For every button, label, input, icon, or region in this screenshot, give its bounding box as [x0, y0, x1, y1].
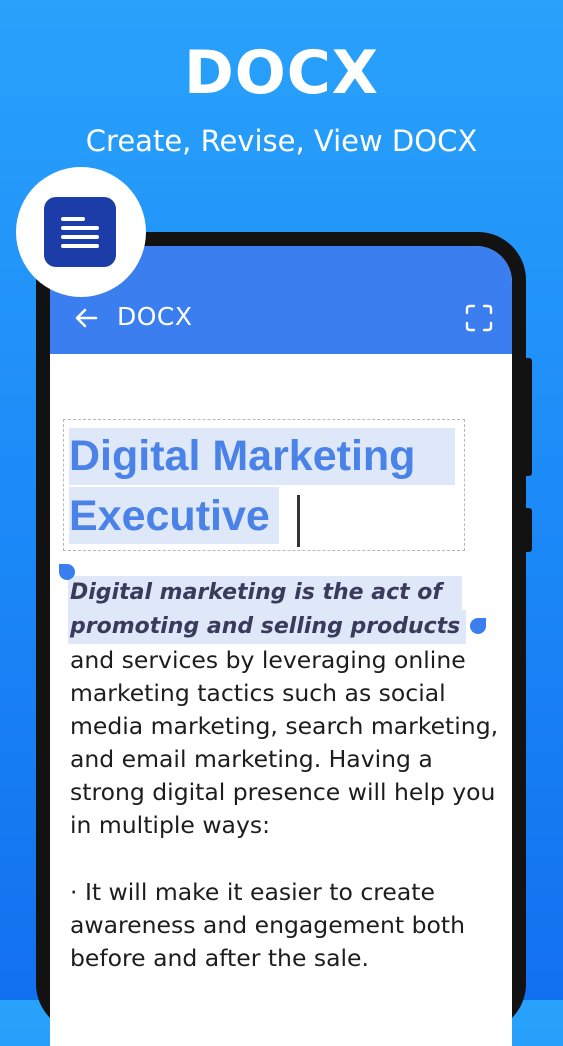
document-heading[interactable]: Digital Marketing Executive: [69, 426, 464, 546]
selected-intro-text[interactable]: Digital marketing is the act of promotin…: [70, 576, 490, 644]
app-icon-badge: [16, 167, 146, 297]
document-bullet-item[interactable]: · It will make it easier to create aware…: [70, 876, 500, 975]
selection-start-handle[interactable]: [59, 564, 75, 580]
promo-title: DOCX: [183, 38, 380, 108]
app-bar-title: DOCX: [117, 302, 193, 331]
promo-subtitle: Create, Revise, View DOCX: [85, 124, 478, 158]
selection-end-handle[interactable]: [470, 618, 486, 634]
document-body-paragraph[interactable]: and services by leveraging online market…: [70, 644, 500, 842]
phone-mockup: DOCX Digital Marketing Executive Digital…: [36, 232, 526, 1046]
text-cursor: [297, 495, 300, 547]
document-icon: [44, 197, 116, 267]
fullscreen-icon[interactable]: [464, 303, 494, 333]
back-arrow-icon[interactable]: [72, 304, 100, 332]
heading-text-box[interactable]: Digital Marketing Executive: [63, 419, 465, 551]
phone-screen: DOCX Digital Marketing Executive Digital…: [50, 246, 512, 1046]
